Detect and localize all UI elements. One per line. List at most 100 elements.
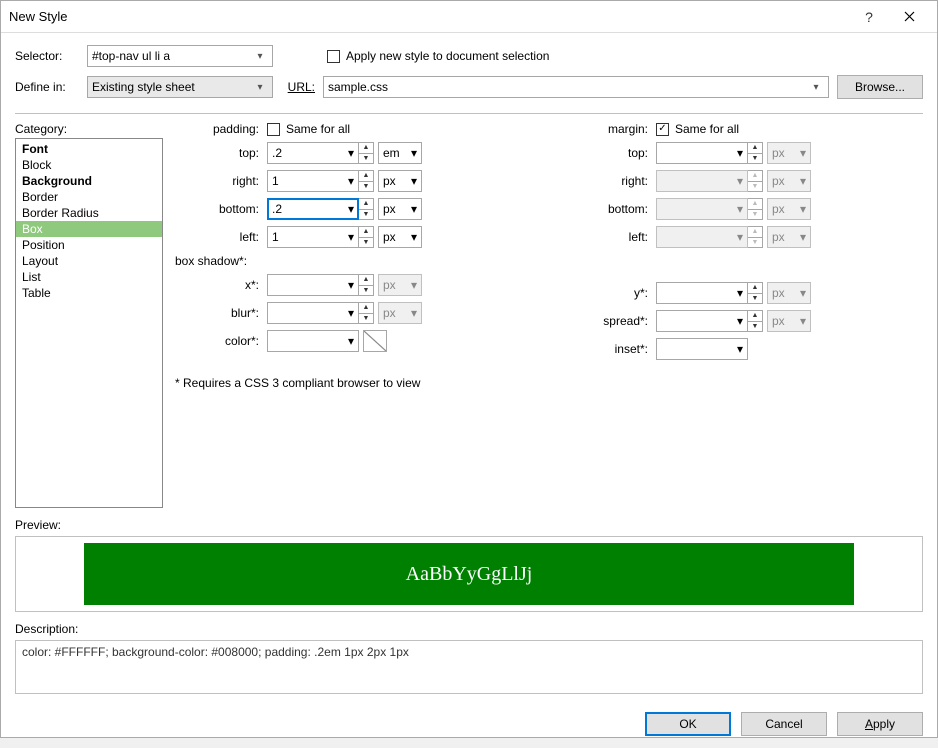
chevron-down-icon: ▾ [348, 202, 354, 216]
shadow-blur-spinner[interactable]: ▲▼ [358, 302, 374, 324]
padding-bottom-spinner[interactable]: ▲▼ [358, 198, 374, 220]
shadow-spread-unit: px▾ [767, 310, 811, 332]
shadow-blur-label: blur*: [175, 306, 267, 320]
description-label: Description: [15, 622, 923, 636]
margin-left-unit: px▾ [767, 226, 811, 248]
preview-label: Preview: [15, 518, 923, 532]
shadow-x-input[interactable]: ▾ [267, 274, 359, 296]
margin-right-label: right: [564, 174, 656, 188]
window-title: New Style [9, 9, 849, 24]
definein-combo[interactable]: Existing style sheet ▾ [87, 76, 273, 98]
chevron-down-icon: ▾ [800, 202, 806, 216]
category-item-block[interactable]: Block [16, 157, 162, 173]
margin-bottom-label: bottom: [564, 202, 656, 216]
category-item-list[interactable]: List [16, 269, 162, 285]
padding-left-spinner[interactable]: ▲▼ [358, 226, 374, 248]
margin-bottom-spinner: ▲▼ [747, 198, 763, 220]
selector-combo[interactable]: #top-nav ul li a ▾ [87, 45, 273, 67]
chevron-down-icon: ▾ [800, 314, 806, 328]
padding-left-label: left: [175, 230, 267, 244]
category-label: Category: [15, 122, 163, 136]
checkbox-icon [267, 123, 280, 136]
margin-label: margin: [564, 122, 656, 136]
margin-bottom-input: ▾ [656, 198, 748, 220]
shadow-spread-label: spread*: [564, 314, 656, 328]
chevron-down-icon: ▾ [800, 146, 806, 160]
button-row: OK Cancel Apply [1, 704, 937, 748]
url-label: URL: [288, 80, 315, 94]
apply-to-selection-label: Apply new style to document selection [346, 49, 549, 63]
padding-right-input[interactable]: 1▾ [267, 170, 359, 192]
chevron-down-icon: ▾ [808, 82, 824, 93]
url-value: sample.css [328, 80, 808, 94]
category-item-table[interactable]: Table [16, 285, 162, 301]
shadow-x-unit: px▾ [378, 274, 422, 296]
description-text: color: #FFFFFF; background-color: #00800… [22, 645, 409, 659]
shadow-blur-input[interactable]: ▾ [267, 302, 359, 324]
category-item-background[interactable]: Background [16, 173, 162, 189]
margin-top-label: top: [564, 146, 656, 160]
category-item-font[interactable]: Font [16, 141, 162, 157]
shadow-color-input[interactable]: ▾ [267, 330, 359, 352]
shadow-y-unit: px▾ [767, 282, 811, 304]
margin-same-checkbox[interactable]: ✓ Same for all [656, 122, 739, 136]
padding-right-label: right: [175, 174, 267, 188]
shadow-y-spinner[interactable]: ▲▼ [747, 282, 763, 304]
category-item-position[interactable]: Position [16, 237, 162, 253]
dialog-window: New Style ? Selector: #top-nav ul li a ▾… [0, 0, 938, 738]
margin-bottom-unit: px▾ [767, 198, 811, 220]
shadow-spread-input[interactable]: ▾ [656, 310, 748, 332]
chevron-down-icon: ▾ [348, 278, 354, 292]
ok-button[interactable]: OK [645, 712, 731, 736]
padding-left-input[interactable]: 1▾ [267, 226, 359, 248]
padding-left-unit[interactable]: px▾ [378, 226, 422, 248]
cancel-button[interactable]: Cancel [741, 712, 827, 736]
selector-value: #top-nav ul li a [92, 49, 252, 63]
padding-bottom-input[interactable]: .2▾ [267, 198, 359, 220]
chevron-down-icon: ▾ [252, 51, 268, 62]
chevron-down-icon: ▾ [411, 146, 417, 160]
preview-box: AaBbYyGgLlJj [15, 536, 923, 612]
category-item-border[interactable]: Border [16, 189, 162, 205]
close-button[interactable] [889, 1, 929, 33]
shadow-spread-spinner[interactable]: ▲▼ [747, 310, 763, 332]
help-button[interactable]: ? [849, 1, 889, 33]
category-item-layout[interactable]: Layout [16, 253, 162, 269]
category-item-box[interactable]: Box [16, 221, 162, 237]
shadow-x-spinner[interactable]: ▲▼ [358, 274, 374, 296]
padding-right-unit[interactable]: px▾ [378, 170, 422, 192]
chevron-down-icon: ▾ [737, 146, 743, 160]
shadow-y-input[interactable]: ▾ [656, 282, 748, 304]
title-bar: New Style ? [1, 1, 937, 33]
apply-button[interactable]: Apply [837, 712, 923, 736]
margin-left-input: ▾ [656, 226, 748, 248]
padding-top-unit[interactable]: em▾ [378, 142, 422, 164]
chevron-down-icon: ▾ [348, 230, 354, 244]
padding-top-spinner[interactable]: ▲▼ [358, 142, 374, 164]
shadow-inset-input[interactable]: ▾ [656, 338, 748, 360]
url-combo[interactable]: sample.css ▾ [323, 76, 829, 98]
padding-same-checkbox[interactable]: Same for all [267, 122, 350, 136]
selector-label: Selector: [15, 49, 79, 63]
margin-left-spinner: ▲▼ [747, 226, 763, 248]
chevron-down-icon: ▾ [737, 230, 743, 244]
margin-top-input[interactable]: ▾ [656, 142, 748, 164]
padding-right-spinner[interactable]: ▲▼ [358, 170, 374, 192]
category-list[interactable]: Font Block Background Border Border Radi… [15, 138, 163, 508]
padding-bottom-label: bottom: [175, 202, 267, 216]
apply-to-selection-checkbox[interactable]: Apply new style to document selection [327, 49, 549, 63]
shadow-color-label: color*: [175, 334, 267, 348]
box-form: padding: Same for all top: .2▾ ▲▼ em▾ [175, 122, 923, 508]
shadow-color-swatch[interactable] [363, 330, 387, 352]
divider [15, 113, 923, 114]
definein-value: Existing style sheet [92, 80, 252, 94]
checkbox-icon: ✓ [656, 123, 669, 136]
category-item-border-radius[interactable]: Border Radius [16, 205, 162, 221]
padding-top-input[interactable]: .2▾ [267, 142, 359, 164]
browse-button[interactable]: Browse... [837, 75, 923, 99]
chevron-down-icon: ▾ [411, 278, 417, 292]
margin-top-spinner[interactable]: ▲▼ [747, 142, 763, 164]
chevron-down-icon: ▾ [737, 314, 743, 328]
padding-bottom-unit[interactable]: px▾ [378, 198, 422, 220]
chevron-down-icon: ▾ [411, 202, 417, 216]
